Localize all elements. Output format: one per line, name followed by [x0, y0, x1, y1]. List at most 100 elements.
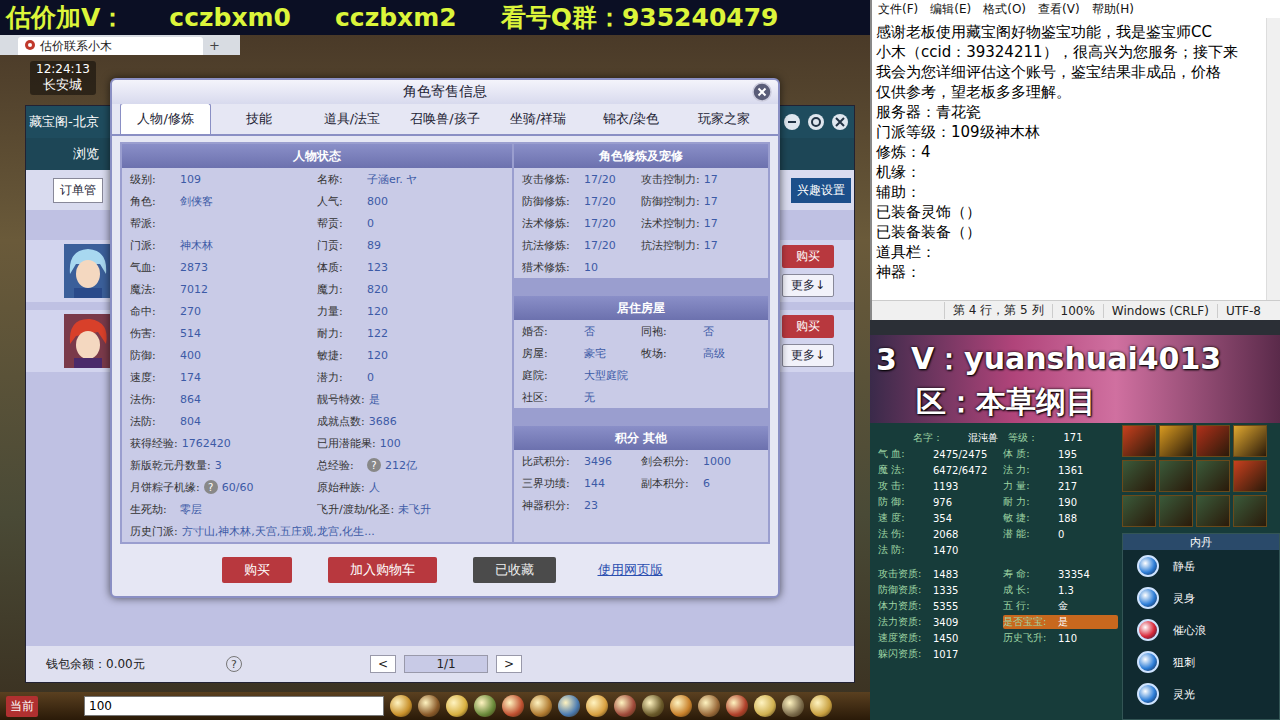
toolbar-icon[interactable] — [446, 695, 468, 717]
toolbar-icon[interactable] — [754, 695, 776, 717]
notepad-text[interactable]: 感谢老板使用藏宝阁好物鉴宝功能，我是鉴宝师CC小木（ccid：39324211）… — [872, 18, 1266, 300]
toolbar-icon[interactable] — [390, 695, 412, 717]
orders-button[interactable]: 订单管 — [53, 178, 103, 203]
scrollbar[interactable] — [1266, 18, 1280, 300]
toolbar-icon[interactable] — [418, 695, 440, 717]
skill-slot-icon[interactable] — [1122, 425, 1156, 457]
skill-slot-icon[interactable] — [1196, 425, 1230, 457]
neidan-orb-icon — [1137, 619, 1159, 641]
close-icon[interactable] — [831, 113, 849, 131]
toolbar-icon[interactable] — [530, 695, 552, 717]
toolbar-icon[interactable] — [502, 695, 524, 717]
skill-slot-icon[interactable] — [1233, 460, 1267, 492]
stat-value: 子涵er. ヤ — [367, 172, 417, 187]
new-tab-button[interactable]: + — [209, 38, 220, 55]
pet-stat-row: 速度资质:1450历史飞升:110 — [878, 630, 1118, 646]
stat-label: 伤害: — [130, 326, 176, 341]
toolbar-icon[interactable] — [698, 695, 720, 717]
stat-value: 未飞升 — [398, 502, 431, 517]
text-line: 服务器：青花瓷 — [876, 102, 1262, 122]
neidan-item[interactable]: 灵身 — [1123, 582, 1279, 614]
toolbar-icon[interactable] — [726, 695, 748, 717]
neidan-item[interactable]: 狙刺 — [1123, 646, 1279, 678]
skill-slot-icon[interactable] — [1196, 460, 1230, 492]
dialog-button[interactable]: 加入购物车 — [328, 557, 437, 583]
web-version-link[interactable]: 使用网页版 — [592, 557, 669, 583]
stat-value: 2068 — [933, 529, 958, 540]
pet-stat-cell: 速 度:354 — [878, 511, 1003, 525]
neidan-item[interactable]: 灵光 — [1123, 678, 1279, 710]
interest-settings-button[interactable]: 兴趣设置 — [791, 178, 851, 203]
neidan-item[interactable]: 催心浪 — [1123, 614, 1279, 646]
menu-item[interactable]: 帮助(H) — [1092, 1, 1134, 17]
close-icon[interactable] — [752, 82, 772, 102]
toolbar-icon[interactable] — [782, 695, 804, 717]
menu-item[interactable]: 文件(F) — [878, 1, 918, 17]
toolbar-icon[interactable] — [474, 695, 496, 717]
next-page-button[interactable]: > — [496, 655, 522, 673]
dialog-tab[interactable]: 召唤兽/孩子 — [399, 103, 490, 134]
dialog-tab[interactable]: 道具/法宝 — [306, 103, 397, 134]
toolbar-icon[interactable] — [670, 695, 692, 717]
chat-input[interactable]: 100 — [84, 696, 384, 716]
stat-value: 89 — [367, 239, 381, 252]
settings-icon[interactable] — [807, 113, 825, 131]
browser-tab[interactable]: 估价联系小木 — [18, 37, 203, 55]
stat-cell: 气血:2873 — [130, 260, 317, 275]
stat-cell: 名称:子涵er. ヤ — [317, 172, 504, 187]
toolbar-icon[interactable] — [810, 695, 832, 717]
dialog-tab[interactable]: 人物/修炼 — [120, 103, 211, 134]
dialog-tab[interactable]: 技能 — [213, 103, 304, 134]
skill-slot-icon[interactable] — [1159, 425, 1193, 457]
toolbar-icon[interactable] — [642, 695, 664, 717]
dialog-tab[interactable]: 坐骑/祥瑞 — [493, 103, 584, 134]
buy-button[interactable]: 购买 — [782, 315, 834, 338]
toolbar-icon[interactable] — [558, 695, 580, 717]
help-badge[interactable]: ? — [204, 480, 218, 494]
dialog-tab[interactable]: 玩家之家 — [679, 103, 770, 134]
stat-cell: 魔力:820 — [317, 282, 504, 297]
skill-slot-icon[interactable] — [1233, 495, 1267, 527]
help-button[interactable]: ? — [226, 656, 242, 672]
text-line: 已装备灵饰（） — [876, 202, 1262, 222]
skill-slot-icon[interactable] — [1196, 495, 1230, 527]
section-header: 积分 其他 — [514, 426, 768, 450]
more-button[interactable]: 更多↓ — [782, 274, 834, 297]
skill-slot-icon[interactable] — [1122, 460, 1156, 492]
stat-value: 17 — [704, 217, 718, 230]
stat-label: 气 血: — [878, 447, 930, 461]
buy-button[interactable]: 购买 — [782, 245, 834, 268]
stat-label: 攻击资质: — [878, 567, 930, 581]
minimize-icon[interactable] — [783, 113, 801, 131]
menu-item[interactable]: 格式(O) — [983, 1, 1026, 17]
stat-label: 敏捷: — [317, 348, 363, 363]
stat-value: 神木林 — [180, 238, 213, 253]
neidan-item[interactable]: 静岳 — [1123, 550, 1279, 582]
skill-slot-icon[interactable] — [1159, 495, 1193, 527]
stat-cell: 抗法修炼:17/20 — [522, 238, 641, 253]
dialog-button[interactable]: 购买 — [222, 557, 292, 583]
dialog-tab[interactable]: 锦衣/染色 — [586, 103, 677, 134]
menu-item[interactable]: 查看(V) — [1038, 1, 1080, 17]
skill-slot-icon[interactable] — [1159, 460, 1193, 492]
browser-tab-bar: 估价联系小木 + — [0, 35, 240, 55]
help-badge[interactable]: ? — [367, 458, 381, 472]
menu-item[interactable]: 编辑(E) — [930, 1, 971, 17]
stat-label: 体质: — [317, 260, 363, 275]
toolbar-icon[interactable] — [586, 695, 608, 717]
skill-slot-icon[interactable] — [1122, 495, 1156, 527]
stat-cell: 潜力:0 — [317, 370, 504, 385]
browse-link[interactable]: 浏览 — [73, 145, 99, 163]
stat-value: 123 — [367, 261, 388, 274]
dialog-button[interactable]: 已收藏 — [473, 557, 556, 583]
more-button[interactable]: 更多↓ — [782, 344, 834, 367]
prev-page-button[interactable]: < — [370, 655, 396, 673]
screen: 估价加V：cczbxm0cczbxm2看号Q群：935240479估价联系小木+… — [0, 0, 1280, 720]
skill-slot-icon[interactable] — [1233, 425, 1267, 457]
neidan-orb-icon — [1137, 651, 1159, 673]
stat-row: 三界功绩:144副本积分:6 — [514, 472, 768, 494]
chat-channel[interactable]: 当前 — [6, 696, 38, 717]
stat-label: 房屋: — [522, 346, 580, 361]
stat-label: 法术控制力: — [641, 216, 700, 231]
toolbar-icon[interactable] — [614, 695, 636, 717]
